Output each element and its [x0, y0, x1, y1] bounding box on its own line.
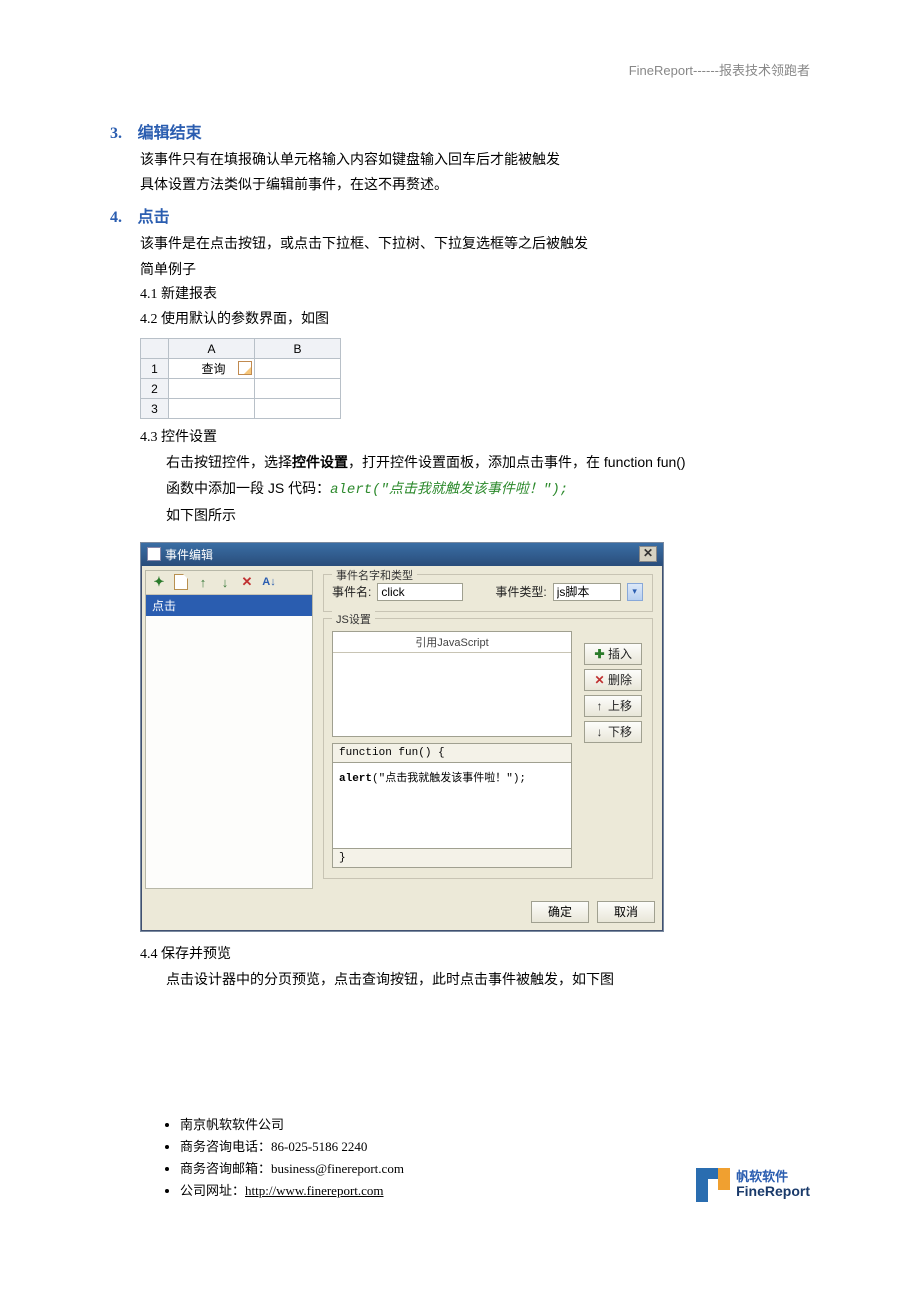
col-header-a: A	[169, 339, 255, 359]
s43b-pre: 函数中添加一段 JS 代码：	[166, 480, 330, 496]
section-4-3-line2: 函数中添加一段 JS 代码：alert("点击我就触发该事件啦！");	[166, 476, 810, 503]
js-ref-header: 引用JavaScript	[333, 632, 571, 653]
page-header: FineReport------报表技术领跑者	[110, 60, 810, 79]
logo-en-text: FineReport	[736, 1184, 810, 1199]
section-4-line1: 该事件是在点击按钮，或点击下拉框、下拉树、下拉复选框等之后被触发	[140, 231, 810, 256]
page-footer: 南京帆软软件公司 商务咨询电话：86-025-5186 2240 商务咨询邮箱：…	[110, 1114, 810, 1202]
ok-button[interactable]: 确定	[531, 901, 589, 923]
js-settings-group: JS设置 引用JavaScript ✚插入 ✕删除 ↑上移 ↓下移 functi…	[323, 618, 653, 879]
event-name-input[interactable]	[377, 583, 463, 601]
section-4-3: 4.3 控件设置	[140, 425, 810, 450]
plus-icon: ✚	[594, 648, 605, 659]
delete-label: 删除	[608, 671, 632, 688]
spreadsheet-preview: A B 1 查询 2 3	[140, 338, 341, 419]
footer-phone: 商务咨询电话：86-025-5186 2240	[180, 1136, 404, 1158]
up-label: 上移	[608, 697, 632, 714]
section-4-3-line1: 右击按钮控件，选择控件设置，打开控件设置面板，添加点击事件，在 function…	[166, 450, 810, 475]
event-editor-dialog: 事件编辑 ✕ ✦ ↑ ↓ ✕ A↓ 点击 事件名字和类型 事件名: 事	[140, 542, 664, 932]
cancel-button[interactable]: 取消	[597, 901, 655, 923]
down-label: 下移	[608, 723, 632, 740]
section-3-heading: 3. 编辑结束	[110, 119, 810, 143]
footer-company: 南京帆软软件公司	[180, 1114, 404, 1136]
cell-a1[interactable]: 查询	[169, 359, 255, 379]
add-event-button[interactable]: ✦	[150, 573, 168, 591]
event-type-label: 事件类型:	[495, 583, 546, 600]
js-ref-list[interactable]: 引用JavaScript	[332, 631, 572, 737]
section-3-num: 3.	[110, 125, 122, 142]
cell-b1[interactable]	[255, 359, 341, 379]
event-list-item-click[interactable]: 点击	[146, 595, 312, 616]
event-type-dropdown-icon[interactable]: ▾	[627, 583, 643, 601]
row-header-1: 1	[141, 359, 169, 379]
col-header-b: B	[255, 339, 341, 359]
s43a-bold: 控件设置	[292, 454, 348, 470]
code-editor[interactable]: alert("点击我就触发该事件啦！");	[332, 763, 572, 849]
section-4-2: 4.2 使用默认的参数界面，如图	[140, 307, 810, 332]
logo-mark-icon	[696, 1168, 730, 1202]
delete-event-button[interactable]: ✕	[238, 573, 256, 591]
js-legend: JS设置	[332, 611, 375, 627]
sort-button[interactable]: A↓	[260, 573, 278, 591]
s43b-code: alert("点击我就触发该事件啦！");	[330, 482, 568, 498]
move-up-button[interactable]: ↑	[194, 573, 212, 591]
cell-a2[interactable]	[169, 379, 255, 399]
move-up-js-button[interactable]: ↑上移	[584, 695, 642, 717]
dialog-titlebar[interactable]: 事件编辑 ✕	[141, 543, 663, 566]
close-button[interactable]: ✕	[639, 546, 657, 562]
event-name-label: 事件名:	[332, 583, 371, 600]
name-type-group: 事件名字和类型 事件名: 事件类型: ▾	[323, 574, 653, 612]
row-header-3: 3	[141, 399, 169, 419]
section-4-1: 4.1 新建报表	[140, 282, 810, 307]
section-4-title: 点击	[138, 209, 170, 226]
new-event-button[interactable]	[172, 573, 190, 591]
event-type-input[interactable]	[553, 583, 621, 601]
insert-label: 插入	[608, 645, 632, 662]
section-3-title: 编辑结束	[138, 125, 202, 142]
arrow-down-icon: ↓	[594, 726, 605, 737]
logo-zh-text: 帆软软件	[736, 1170, 810, 1184]
s43a-pre: 右击按钮控件，选择	[166, 454, 292, 470]
move-down-button[interactable]: ↓	[216, 573, 234, 591]
s43a-post: ，打开控件设置面板，添加点击事件，在 function fun()	[348, 454, 686, 470]
dialog-icon	[147, 547, 161, 561]
footer-website: 公司网址：http://www.finereport.com	[180, 1180, 404, 1202]
section-3-line2: 具体设置方法类似于编辑前事件，在这不再赘述。	[140, 172, 810, 197]
arrow-up-icon: ↑	[594, 700, 605, 711]
section-4-4: 4.4 保存并预览	[140, 942, 810, 967]
section-3-line1: 该事件只有在填报确认单元格输入内容如键盘输入回车后才能被触发	[140, 147, 810, 172]
dialog-title-text: 事件编辑	[165, 546, 213, 563]
move-down-js-button[interactable]: ↓下移	[584, 721, 642, 743]
cell-b3[interactable]	[255, 399, 341, 419]
widget-marker-icon	[238, 361, 252, 375]
cell-a3[interactable]	[169, 399, 255, 419]
section-4-heading: 4. 点击	[110, 203, 810, 227]
name-type-legend: 事件名字和类型	[332, 567, 417, 583]
footer-list: 南京帆软软件公司 商务咨询电话：86-025-5186 2240 商务咨询邮箱：…	[180, 1114, 404, 1202]
page-icon	[174, 574, 188, 590]
x-icon: ✕	[594, 674, 605, 685]
section-4-3-line3: 如下图所示	[166, 503, 810, 528]
section-4-line2: 简单例子	[140, 257, 810, 282]
row-header-2: 2	[141, 379, 169, 399]
cell-b2[interactable]	[255, 379, 341, 399]
dialog-footer: 确定 取消	[141, 893, 663, 931]
footer-website-link[interactable]: http://www.finereport.com	[245, 1183, 384, 1198]
event-list-toolbar: ✦ ↑ ↓ ✕ A↓	[146, 571, 312, 595]
finereport-logo: 帆软软件 FineReport	[696, 1168, 810, 1202]
function-close-bar: }	[332, 849, 572, 868]
function-open-bar: function fun() {	[332, 743, 572, 763]
footer-email: 商务咨询邮箱：business@finereport.com	[180, 1158, 404, 1180]
section-4-4-line1: 点击设计器中的分页预览，点击查询按钮，此时点击事件被触发，如下图	[166, 967, 810, 992]
event-list-panel: ✦ ↑ ↓ ✕ A↓ 点击	[145, 570, 313, 889]
section-4-num: 4.	[110, 209, 122, 226]
corner-cell	[141, 339, 169, 359]
delete-button[interactable]: ✕删除	[584, 669, 642, 691]
insert-button[interactable]: ✚插入	[584, 643, 642, 665]
cell-a1-text: 查询	[201, 362, 225, 376]
